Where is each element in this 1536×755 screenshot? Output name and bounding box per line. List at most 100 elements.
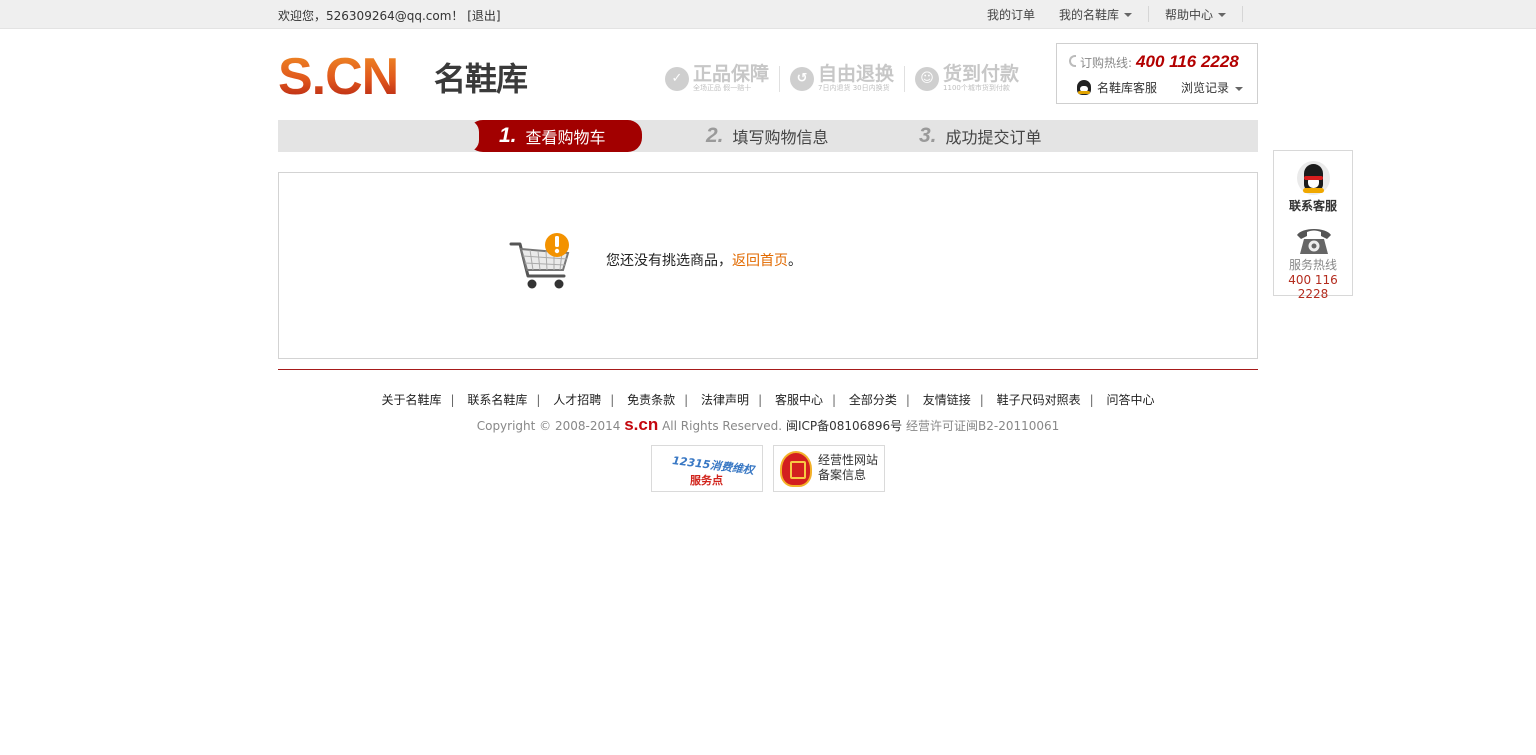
promise-title: 自由退换 — [818, 63, 895, 85]
smile-badge-icon: ☺ — [915, 66, 940, 91]
step-view-cart: 1. 查看购物车 — [467, 120, 642, 152]
service-hotline-number: 400 116 2228 — [1288, 273, 1338, 301]
logo-chinese: 名鞋库 — [434, 60, 528, 98]
divider: | — [450, 393, 455, 407]
site-logo[interactable]: S.CN 名鞋库 — [278, 48, 530, 108]
promise-title: 货到付款 — [943, 63, 1020, 85]
footer-link-qa[interactable]: 问答中心 — [1107, 393, 1155, 407]
license-text: 经营许可证闽B2-20110061 — [906, 419, 1060, 433]
help-center-label: 帮助中心 — [1165, 7, 1214, 22]
footer-divider — [278, 369, 1258, 370]
badge-line1: 经营性网站 — [818, 453, 879, 467]
promise-return: ↺ 自由退换 7日内退货 30日内换货 — [780, 64, 904, 93]
welcome-message: 欢迎您，526309264@qq.com！ [退出] — [278, 7, 501, 24]
footer-link-disclaimer[interactable]: 免责条款 — [627, 393, 675, 407]
return-badge-icon: ↺ — [790, 66, 815, 91]
hotline-box: 订购热线: 400 116 2228 名鞋库客服 浏览记录 — [1056, 43, 1258, 104]
telephone-icon — [1297, 229, 1331, 254]
empty-cart-message: 您还没有挑选商品，返回首页。 — [606, 250, 802, 270]
copyright-prefix: Copyright © 2008-2014 — [476, 419, 621, 433]
consumer-rights-badge[interactable]: 12315消费维权 服务点 — [651, 445, 763, 492]
hotline-label: 订购热线: — [1080, 56, 1133, 70]
badge-subtitle: 服务点 — [690, 474, 723, 487]
footer-link-contact[interactable]: 联系名鞋库 — [467, 393, 527, 407]
promise-title: 正品保障 — [693, 63, 770, 85]
icp-link[interactable]: 闽ICP备08106896号 — [786, 419, 902, 433]
promise-sub: 全场正品 假一赔十 — [693, 84, 752, 92]
logout-link[interactable]: [退出] — [467, 9, 500, 23]
promise-sub: 1100个城市货到付款 — [943, 84, 1010, 92]
checkout-steps: 1. 查看购物车 2. 填写购物信息 3. 成功提交订单 — [278, 120, 1258, 152]
footer-link-about[interactable]: 关于名鞋库 — [381, 393, 441, 407]
step-number: 3. — [919, 124, 937, 147]
divider: | — [905, 393, 910, 407]
footer-links: 关于名鞋库 | 联系名鞋库 | 人才招聘 | 免责条款 | 法律声明 | 客服中心 | 全部… — [0, 391, 1536, 408]
promise-cod: ☺ 货到付款 1100个城市货到付款 — [905, 64, 1029, 93]
phone-icon — [1069, 55, 1076, 67]
footer-link-size-chart[interactable]: 鞋子尺码对照表 — [997, 393, 1081, 407]
chevron-down-icon — [1218, 13, 1227, 17]
welcome-prefix: 欢迎您， — [278, 9, 327, 23]
service-hotline-label: 服务热线 — [1288, 258, 1337, 272]
step-number: 2. — [706, 124, 724, 147]
step-number: 1. — [499, 124, 517, 147]
top-links: 我的订单 我的名鞋库 帮助中心 — [975, 0, 1247, 28]
footer-link-friends[interactable]: 友情链接 — [923, 393, 971, 407]
divider: | — [536, 393, 541, 407]
check-badge-icon: ✓ — [665, 66, 689, 91]
browse-history-menu[interactable]: 浏览记录 — [1181, 79, 1244, 96]
divider: | — [610, 393, 615, 407]
divider — [1148, 6, 1150, 22]
step-submit-order: 3. 成功提交订单 — [919, 120, 1042, 152]
seal-icon — [780, 451, 812, 487]
brand-mark: s.cn — [624, 415, 659, 434]
chevron-down-icon — [1124, 13, 1133, 17]
divider: | — [684, 393, 689, 407]
cart-panel: 您还没有挑选商品，返回首页。 — [278, 172, 1258, 359]
logo-latin: S.CN — [278, 48, 399, 106]
badge-line2: 备案信息 — [818, 468, 867, 482]
footer-link-jobs[interactable]: 人才招聘 — [553, 393, 601, 407]
divider — [1242, 6, 1244, 22]
side-service-panel: 联系客服 服务热线 400 116 2228 — [1273, 150, 1353, 301]
order-hotline: 订购热线: 400 116 2228 — [1069, 52, 1239, 72]
step-label: 成功提交订单 — [945, 128, 1042, 147]
promise-sub: 7日内退货 30日内换货 — [818, 84, 890, 92]
footer-badges: 12315消费维权 服务点 经营性网站 备案信息 — [651, 445, 895, 492]
empty-cart-text: 您还没有挑选商品， — [606, 253, 732, 269]
divider: | — [979, 393, 984, 407]
hotline-number: 400 116 2228 — [1136, 52, 1239, 71]
qq-penguin-icon[interactable] — [1297, 161, 1330, 195]
copyright-line: Copyright © 2008-2014 s.cn All Rights Re… — [0, 415, 1536, 435]
divider: | — [831, 393, 836, 407]
period: 。 — [788, 253, 802, 269]
user-email[interactable]: 526309264@qq.com — [326, 9, 451, 23]
welcome-exclaim: ！ — [451, 9, 464, 23]
footer-link-categories[interactable]: 全部分类 — [849, 393, 897, 407]
contact-service-link[interactable]: 联系客服 — [1274, 197, 1352, 214]
step-label: 查看购物车 — [525, 128, 606, 147]
service-promises: ✓ 正品保障 全场正品 假一赔十 ↺ 自由退换 7日内退货 30日内换货 ☺ 货到付… — [655, 64, 1029, 93]
my-account-menu[interactable]: 我的名鞋库 — [1047, 6, 1144, 23]
empty-cart-icon — [509, 233, 570, 289]
hotline-actions: 名鞋库客服 浏览记录 — [1077, 79, 1244, 96]
rights-text: All Rights Reserved. — [662, 419, 783, 433]
site-record-badge[interactable]: 经营性网站 备案信息 — [773, 445, 885, 492]
back-home-link[interactable]: 返回首页 — [732, 253, 788, 269]
step-label: 填写购物信息 — [732, 128, 829, 147]
footer-link-service-center[interactable]: 客服中心 — [775, 393, 823, 407]
footer-link-legal[interactable]: 法律声明 — [701, 393, 749, 407]
promise-genuine: ✓ 正品保障 全场正品 假一赔十 — [655, 64, 779, 93]
qq-icon — [1077, 80, 1091, 95]
my-account-label: 我的名鞋库 — [1059, 7, 1120, 22]
my-orders-link[interactable]: 我的订单 — [975, 6, 1047, 23]
help-center-menu[interactable]: 帮助中心 — [1153, 6, 1238, 23]
step-fill-info: 2. 填写购物信息 — [706, 120, 829, 152]
divider: | — [1089, 393, 1094, 407]
chevron-down-icon — [1235, 86, 1244, 91]
badge-text: 经营性网站 备案信息 — [818, 453, 878, 483]
browse-history-label: 浏览记录 — [1181, 81, 1230, 95]
divider: | — [758, 393, 763, 407]
top-bar: 欢迎您，526309264@qq.com！ [退出] 我的订单 我的名鞋库 帮助… — [0, 0, 1536, 29]
customer-service-link[interactable]: 名鞋库客服 — [1097, 79, 1157, 96]
